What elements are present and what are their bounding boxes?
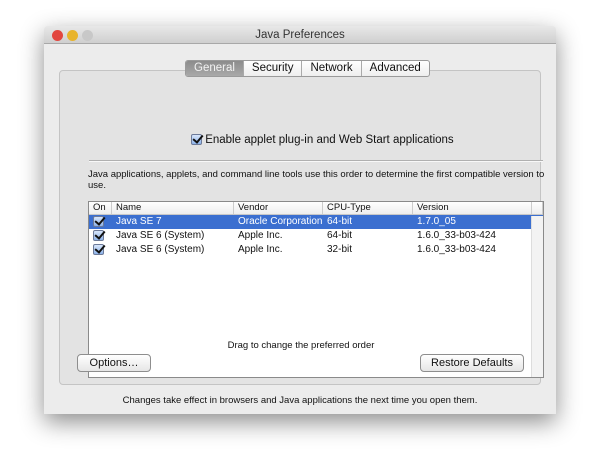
java-preferences-window: Java Preferences General Security Networ… [44,26,556,414]
cell-cpu: 64-bit [327,216,353,227]
enable-applet-checkbox[interactable] [191,134,202,146]
title-bar: Java Preferences [44,26,556,44]
window-title: Java Preferences [255,29,345,41]
header-filler [532,202,543,214]
column-vendor[interactable]: Vendor [234,202,323,214]
row-enabled-checkbox[interactable] [93,229,104,241]
cell-version: 1.6.0_33-b03-424 [417,230,496,241]
minimize-button[interactable] [67,30,78,41]
footer-note: Changes take effect in browsers and Java… [122,395,478,406]
description-text: Java applications, applets, and command … [88,169,545,191]
restore-defaults-button[interactable]: Restore Defaults [420,354,524,372]
cell-version: 1.6.0_33-b03-424 [417,244,496,255]
tab-advanced[interactable]: Advanced [362,61,429,76]
tab-general[interactable]: General [186,61,244,76]
row-enabled-checkbox[interactable] [93,215,104,227]
row-enabled-checkbox[interactable] [93,243,104,255]
cell-version: 1.7.0_05 [417,216,456,227]
cell-cpu: 32-bit [327,244,353,255]
column-version[interactable]: Version [413,202,532,214]
cell-name: Java SE 6 (System) [116,230,205,241]
column-cpu-type[interactable]: CPU-Type [323,202,413,214]
table-header: On Name Vendor CPU-Type Version [89,202,543,215]
tab-network[interactable]: Network [302,61,362,76]
general-panel: Enable applet plug-in and Web Start appl… [59,70,544,385]
separator [89,160,543,162]
jre-table: On Name Vendor CPU-Type Version Java SE … [88,201,544,378]
cell-name: Java SE 6 (System) [116,244,205,255]
tab-security[interactable]: Security [244,61,303,76]
table-row[interactable]: Java SE 6 (System) Apple Inc. 64-bit 1.6… [89,229,543,243]
column-name[interactable]: Name [112,202,234,214]
vertical-scrollbar[interactable] [531,216,543,377]
enable-applet-option[interactable]: Enable applet plug-in and Web Start appl… [191,134,454,146]
cell-name: Java SE 7 [116,216,162,227]
close-button[interactable] [52,30,63,41]
cell-vendor: Oracle Corporation [238,216,323,227]
drag-hint: Drag to change the preferred order [227,340,375,351]
tab-bar: General Security Network Advanced [185,60,430,77]
zoom-button[interactable] [82,30,93,41]
enable-applet-label: Enable applet plug-in and Web Start appl… [205,134,454,146]
cell-vendor: Apple Inc. [238,244,283,255]
cell-vendor: Apple Inc. [238,230,283,241]
options-button[interactable]: Options… [77,354,151,372]
cell-cpu: 64-bit [327,230,353,241]
table-row[interactable]: Java SE 6 (System) Apple Inc. 32-bit 1.6… [89,243,543,257]
column-on[interactable]: On [89,202,112,214]
table-row[interactable]: Java SE 7 Oracle Corporation 64-bit 1.7.… [89,215,543,229]
